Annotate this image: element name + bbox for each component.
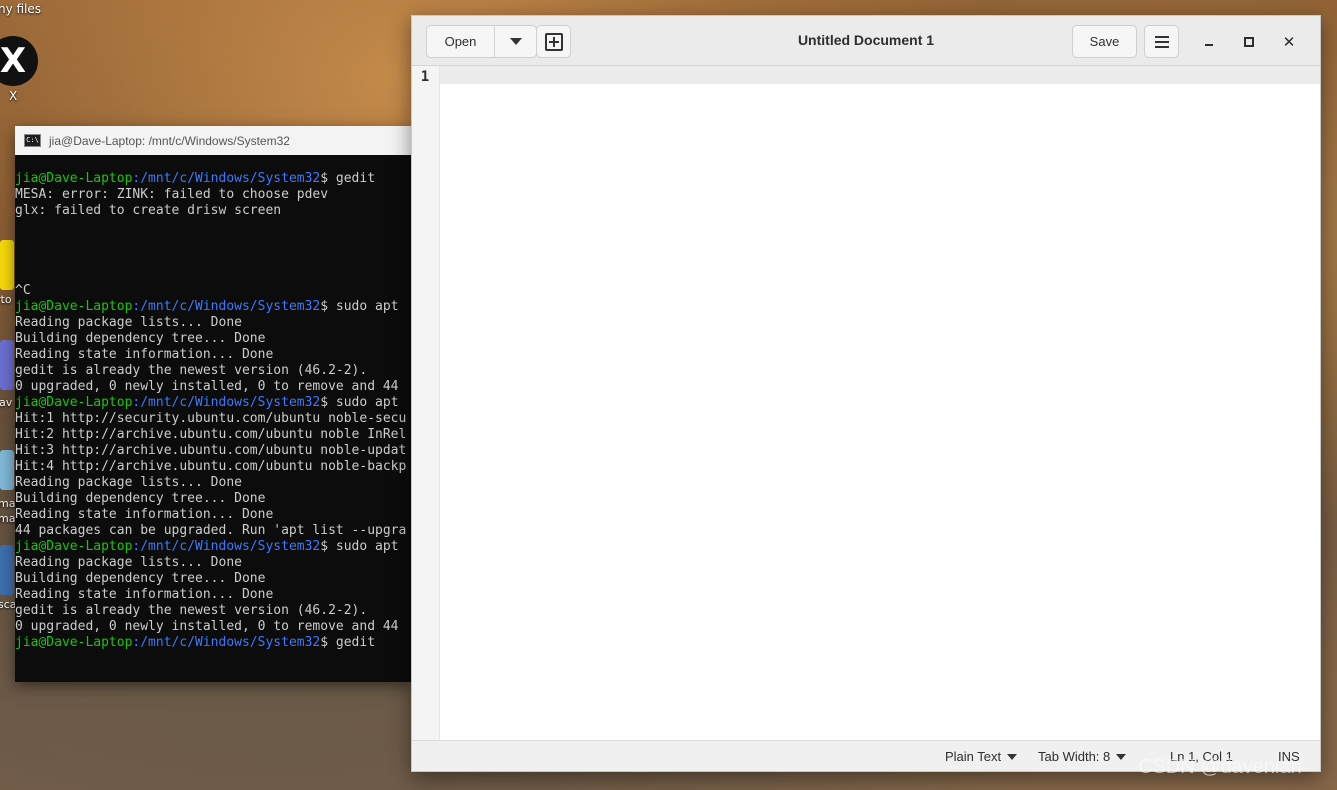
open-button[interactable]: Open [427,26,495,57]
terminal-line: jia@Dave-Laptop:/mnt/c/Windows/System32$… [15,635,412,651]
terminal-line: gedit is already the newest version (46.… [15,363,368,378]
terminal-line: Hit:2 http://archive.ubuntu.com/ubuntu n… [15,427,407,442]
terminal-line: Building dependency tree... Done [15,491,266,506]
chevron-down-icon [1007,753,1018,760]
terminal-line: 44 packages can be upgraded. Run 'apt li… [15,523,407,538]
terminal-line: Building dependency tree... Done [15,331,266,346]
prompt-command: $ sudo apt [320,395,399,410]
terminal-title: jia@Dave-Laptop: /mnt/c/Windows/System32 [49,133,290,148]
gedit-window[interactable]: Open Untitled Document 1 Save ✕ 1 Plain … [411,15,1321,772]
prompt-user: jia@Dave-Laptop [15,635,133,650]
prompt-user: jia@Dave-Laptop [15,395,133,410]
open-button-label: Open [444,34,477,49]
terminal-output[interactable]: jia@Dave-Laptop:/mnt/c/Windows/System32$… [15,155,412,651]
terminal-line: Building dependency tree... Done [15,571,266,586]
desktop-icon-label[interactable]: lav [0,396,12,409]
close-icon: ✕ [1282,33,1296,51]
terminal-line: Reading state information... Done [15,347,274,362]
terminal-line: jia@Dave-Laptop:/mnt/c/Windows/System32$… [15,395,412,411]
maximize-icon [1244,37,1254,47]
prompt-command: $ gedit [320,171,376,186]
chevron-down-icon [509,38,522,45]
current-line-highlight[interactable] [440,66,1320,84]
prompt-path: :/mnt/c/Windows/System32 [132,539,321,554]
prompt-path: :/mnt/c/Windows/System32 [132,395,321,410]
desktop-myfiles-label[interactable]: ny files [0,2,41,16]
desktop-app-icon[interactable] [0,340,14,390]
close-button[interactable]: ✕ [1278,31,1300,53]
prompt-path: :/mnt/c/Windows/System32 [132,171,321,186]
terminal-line: jia@Dave-Laptop:/mnt/c/Windows/System32$… [15,299,412,315]
terminal-titlebar[interactable]: C:\ jia@Dave-Laptop: /mnt/c/Windows/Syst… [15,126,412,155]
new-document-icon [544,32,563,51]
chevron-down-icon [1116,753,1127,760]
terminal-line: Reading package lists... Done [15,475,242,490]
terminal-line: 0 upgraded, 0 newly installed, 0 to remo… [15,379,399,394]
terminal-window[interactable]: C:\ jia@Dave-Laptop: /mnt/c/Windows/Syst… [15,126,412,682]
minimize-icon [1205,44,1213,46]
terminal-line: Reading package lists... Done [15,315,242,330]
desktop-x-label[interactable]: X [9,89,17,103]
text-editor[interactable] [440,84,1320,740]
desktop-app-icon[interactable] [0,240,14,290]
prompt-command: $ sudo apt [320,299,399,314]
new-tab-button[interactable] [536,25,571,58]
watermark: CSDN @davenian [1138,756,1302,778]
open-recent-dropdown[interactable] [495,26,536,57]
terminal-icon: C:\ [24,134,41,147]
desktop-icon-label[interactable]: ma [0,512,15,525]
maximize-button[interactable] [1238,31,1260,53]
prompt-user: jia@Dave-Laptop [15,171,133,186]
save-button-label: Save [1089,34,1120,49]
language-label: Plain Text [945,749,1002,764]
terminal-line: jia@Dave-Laptop:/mnt/c/Windows/System32$… [15,171,412,187]
terminal-line: 0 upgraded, 0 newly installed, 0 to remo… [15,619,399,634]
desktop-icon-label[interactable]: ma [0,497,15,510]
desktop-icon-label[interactable]: rto [0,293,12,306]
terminal-line: Hit:3 http://archive.ubuntu.com/ubuntu n… [15,443,407,458]
gedit-headerbar[interactable]: Open Untitled Document 1 Save ✕ [412,16,1320,66]
terminal-line: Reading package lists... Done [15,555,242,570]
x-app-icon[interactable]: X [0,36,38,86]
terminal-line: Hit:4 http://archive.ubuntu.com/ubuntu n… [15,459,407,474]
open-button-group[interactable]: Open [426,25,537,58]
terminal-line: ^C [15,283,31,298]
line-number: 1 [420,69,430,85]
terminal-line: gedit is already the newest version (46.… [15,603,368,618]
line-number-gutter: 1 [412,66,440,740]
minimize-button[interactable] [1198,31,1220,53]
terminal-line: Reading state information... Done [15,507,274,522]
hamburger-menu-icon [1154,35,1169,48]
terminal-line: MESA: error: ZINK: failed to choose pdev [15,187,329,202]
desktop-app-icon[interactable] [0,545,14,595]
main-menu-button[interactable] [1144,25,1179,58]
tab-width-label: Tab Width: 8 [1038,749,1111,764]
prompt-command: $ sudo apt [320,539,399,554]
terminal-line: jia@Dave-Laptop:/mnt/c/Windows/System32$… [15,539,412,555]
prompt-user: jia@Dave-Laptop [15,299,133,314]
save-button[interactable]: Save [1072,25,1137,58]
prompt-command: $ gedit [320,635,376,650]
terminal-line: Reading state information... Done [15,587,274,602]
prompt-path: :/mnt/c/Windows/System32 [132,635,321,650]
tab-width-selector[interactable]: Tab Width: 8 [1038,749,1127,764]
prompt-path: :/mnt/c/Windows/System32 [132,299,321,314]
prompt-user: jia@Dave-Laptop [15,539,133,554]
language-selector[interactable]: Plain Text [945,749,1018,764]
terminal-line: Hit:1 http://security.ubuntu.com/ubuntu … [15,411,407,426]
editor-area[interactable]: 1 [412,66,1320,740]
terminal-line: glx: failed to create drisw screen [15,203,282,218]
desktop-app-icon[interactable] [0,450,14,490]
